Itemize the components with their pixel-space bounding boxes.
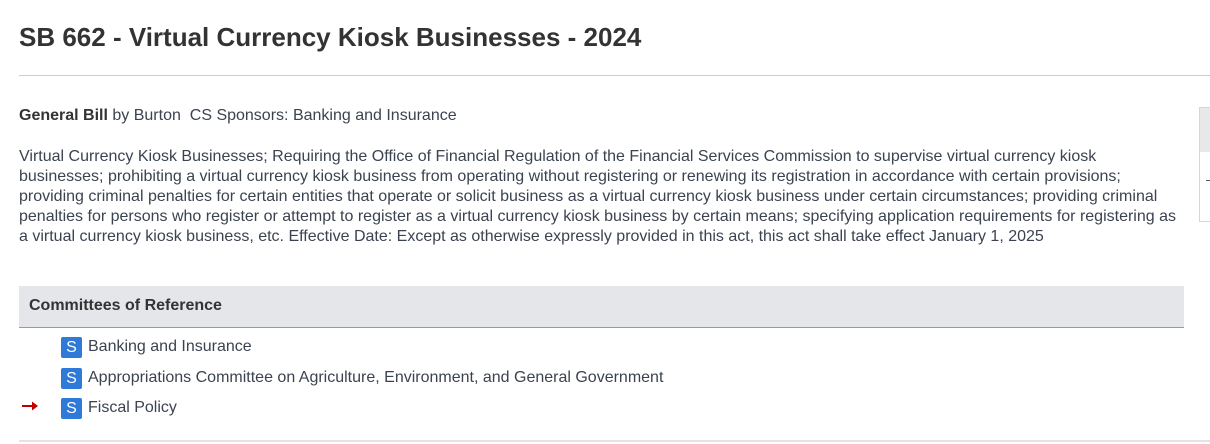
bill-description: Virtual Currency Kiosk Businesses; Requi…: [19, 148, 1176, 245]
committees-header: Committees of Reference: [19, 286, 1184, 328]
bill-page: SB 662 - Virtual Currency Kiosk Business…: [0, 0, 1210, 444]
committees-header-label: Committees of Reference: [29, 297, 222, 314]
by-label: by: [112, 107, 130, 124]
sponsor-name[interactable]: Burton: [134, 107, 181, 124]
committee-name-link[interactable]: Appropriations Committee on Agriculture,…: [88, 369, 663, 387]
title-divider: [19, 75, 1210, 76]
side-scroll-widget[interactable]: [1199, 107, 1210, 222]
committee-row-current: S Fiscal Policy: [61, 397, 177, 419]
committee-name-link[interactable]: Banking and Insurance: [88, 338, 252, 356]
scroll-tick: [1206, 180, 1210, 181]
right-arrow-icon: [22, 401, 38, 411]
bill-type: General Bill: [19, 107, 108, 124]
cs-sponsors-value[interactable]: Banking and Insurance: [293, 107, 457, 124]
cs-sponsors-label: CS Sponsors:: [189, 107, 289, 124]
senate-badge-icon: S: [61, 367, 82, 389]
committee-name-link[interactable]: Fiscal Policy: [88, 399, 177, 417]
senate-badge-icon: S: [61, 336, 82, 358]
committee-row: S Appropriations Committee on Agricultur…: [61, 367, 663, 389]
scroll-thumb[interactable]: [1200, 108, 1210, 152]
senate-badge-icon: S: [61, 397, 82, 419]
committee-row: S Banking and Insurance: [61, 336, 252, 358]
bill-byline: General Bill by Burton CS Sponsors: Bank…: [19, 107, 457, 125]
section-divider: [19, 440, 1210, 442]
page-title: SB 662 - Virtual Currency Kiosk Business…: [19, 22, 642, 52]
